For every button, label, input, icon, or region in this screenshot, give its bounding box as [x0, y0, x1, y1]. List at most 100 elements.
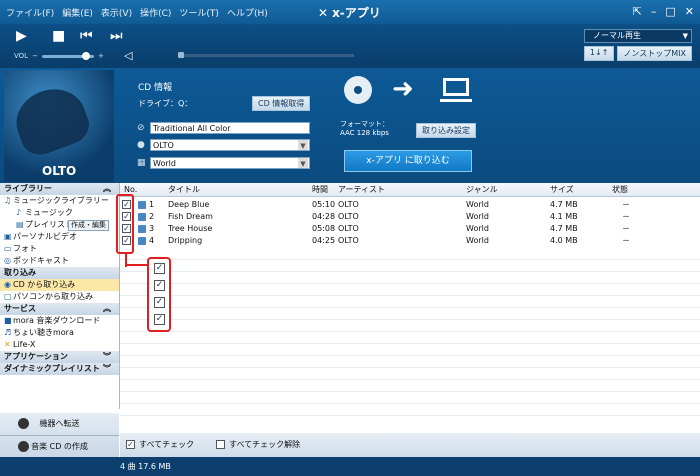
stop-icon[interactable]: ■ [52, 28, 65, 44]
row-divider [120, 355, 700, 356]
checkbox-zoom-callout: ✓ ✓ ✓ ✓ [147, 257, 171, 332]
music-note-icon: ♫ [4, 196, 12, 205]
menu-control[interactable]: 操作(C) [140, 6, 171, 19]
play-icon[interactable]: ▶ [16, 28, 27, 44]
maximize-icon[interactable]: □ [665, 5, 675, 18]
video-icon: ▣ [4, 232, 12, 241]
chevron-up-icon[interactable]: ︽ [103, 303, 111, 315]
table-row[interactable]: ✓ 1 Deep Blue 05:10 OLTO World 4.7 MB － [120, 199, 700, 211]
album-icon: ⊘ [137, 123, 145, 133]
row-divider [120, 259, 700, 260]
col-artist[interactable]: アーティスト [338, 183, 385, 196]
play-mode-select[interactable]: ノーマル再生 [584, 29, 692, 43]
volume-control: VOL − + [14, 51, 104, 60]
zoomed-checkbox: ✓ [154, 297, 165, 308]
col-size[interactable]: サイズ [550, 183, 574, 196]
table-row[interactable]: ✓ 4 Dripping 04:25 OLTO World 4.0 MB － [120, 235, 700, 247]
track-icon [138, 237, 146, 245]
table-row[interactable]: ✓ 3 Tree House 05:08 OLTO World 4.7 MB － [120, 223, 700, 235]
section-dynamic-playlist[interactable]: ダイナミックプレイリスト ︾ [0, 363, 119, 375]
sidebar-item-music[interactable]: ♪ ミュージック [0, 207, 119, 219]
row-divider [120, 367, 700, 368]
sidebar-item-lifex[interactable]: ✕ Life-X [0, 339, 119, 351]
artist-field[interactable]: OLTO [150, 139, 310, 151]
volume-down-icon[interactable]: − [32, 52, 38, 60]
table-row[interactable]: ✓ 2 Fish Dream 04:28 OLTO World 4.1 MB － [120, 211, 700, 223]
get-cd-info-button[interactable]: CD 情報取得 [252, 96, 311, 111]
highlight-frame [116, 194, 134, 254]
sidebar-item-podcast[interactable]: ◎ ポッドキャスト [0, 255, 119, 267]
drive-label: ドライブ：Q： [138, 99, 193, 108]
check-all-checkbox[interactable]: ✓ [126, 440, 135, 449]
sidebar-item-playlist[interactable]: ▤プレイリスト 作成・編集 [0, 219, 119, 231]
genre-field[interactable]: World [150, 157, 310, 169]
sidebar-item-mora-download[interactable]: ■mora 音楽ダウンロード [0, 315, 119, 327]
photo-icon: ▭ [4, 244, 12, 253]
menu-help[interactable]: ヘルプ(H) [227, 6, 268, 19]
section-application[interactable]: アプリケーション ︾ [0, 351, 119, 363]
sidebar-item-import-cd[interactable]: ◉ CD から取り込み [0, 279, 119, 291]
transfer-to-device-button[interactable]: 機器へ転送 [0, 413, 119, 434]
menu-file[interactable]: ファイル(F) [6, 6, 54, 19]
chevron-up-icon[interactable]: ︽ [103, 183, 111, 195]
uncheck-all-checkbox[interactable] [216, 440, 225, 449]
previous-icon[interactable]: ⏮ [80, 28, 93, 44]
volume-slider[interactable] [41, 51, 94, 60]
sidebar-item-import-pc[interactable]: ▢パソコンから取り込み [0, 291, 119, 303]
sidebar-item-mora-listen[interactable]: ♬ ちょい聴きmora [0, 327, 119, 339]
manta-ray-image [7, 79, 95, 161]
app-logo-icon: ✕ [318, 5, 329, 20]
menu-bar: ファイル(F) 編集(E) 表示(V) 操作(C) ツール(T) ヘルプ(H) [6, 6, 268, 19]
import-settings-button[interactable]: 取り込み設定 [416, 123, 476, 138]
col-title[interactable]: タイトル [168, 183, 200, 196]
playlist-icon: ▤ [16, 220, 24, 229]
track-list-header: No. タイトル 時間 アーティスト ジャンル サイズ 状態 [120, 183, 700, 197]
menu-edit[interactable]: 編集(E) [62, 6, 93, 19]
genre-icon: ▦ [137, 158, 146, 168]
seek-bar[interactable] [178, 52, 354, 58]
nonstop-mix-button[interactable]: ノンストップMIX [617, 46, 692, 61]
col-genre[interactable]: ジャンル [466, 183, 498, 196]
col-time[interactable]: 時間 [312, 183, 328, 196]
sidebar-item-photo[interactable]: ▭フォト [0, 243, 119, 255]
volume-up-icon[interactable]: + [98, 52, 104, 60]
chevron-down-icon[interactable]: ︾ [103, 351, 111, 363]
album-art-label: OLTO [42, 164, 77, 178]
make-music-cd-button[interactable]: 音楽 CD の作成 [0, 435, 119, 457]
row-divider [120, 319, 700, 320]
row-divider [120, 403, 700, 404]
speaker-icon[interactable]: ◁ [124, 49, 132, 62]
check-all-button[interactable]: ✓ すべてチェック [126, 439, 194, 450]
sidebar-item-music-library[interactable]: ♫ ミュージックライブラリー [0, 195, 119, 207]
x-app-window: ファイル(F) 編集(E) 表示(V) 操作(C) ツール(T) ヘルプ(H) … [0, 0, 700, 476]
close-icon[interactable]: ✕ [685, 5, 694, 18]
next-icon[interactable]: ⏭ [110, 28, 123, 44]
headphones-icon: ♬ [4, 328, 12, 337]
zoomed-checkbox: ✓ [154, 314, 165, 325]
section-library[interactable]: ライブラリー ︽ [0, 183, 119, 195]
volume-knob[interactable] [81, 51, 90, 60]
minimize-icon[interactable]: – [651, 5, 657, 18]
row-divider [120, 391, 700, 392]
app-title: ✕ x-アプリ [318, 5, 381, 21]
section-service[interactable]: サービス ︽ [0, 303, 119, 315]
title-bar: ファイル(F) 編集(E) 表示(V) 操作(C) ツール(T) ヘルプ(H) … [0, 0, 700, 24]
pc-icon [440, 78, 472, 102]
row-divider [120, 283, 700, 284]
list-footer: ✓ すべてチェック すべてチェック解除 [120, 433, 700, 457]
col-status[interactable]: 状態 [612, 183, 628, 196]
compact-mode-icon[interactable]: ⇱ [633, 5, 642, 18]
menu-tools[interactable]: ツール(T) [179, 6, 219, 19]
menu-view[interactable]: 表示(V) [101, 6, 132, 19]
album-field[interactable]: Traditional All Color [150, 122, 310, 134]
shuffle-button[interactable]: 1↓↑ [583, 46, 615, 61]
row-divider [120, 343, 700, 344]
chevron-down-icon[interactable]: ︾ [103, 363, 111, 375]
sidebar: ライブラリー ︽ ♫ ミュージックライブラリー ♪ ミュージック ▤プレイリスト 作成・… [0, 183, 120, 409]
lifex-icon: ✕ [4, 340, 11, 349]
section-import[interactable]: 取り込み [0, 267, 119, 279]
sidebar-item-personal-video[interactable]: ▣パーソナルビデオ [0, 231, 119, 243]
import-button[interactable]: x-アプリ に取り込む [344, 150, 472, 172]
uncheck-all-button[interactable]: すべてチェック解除 [216, 439, 300, 450]
playlist-edit-button[interactable]: 作成・編集 [68, 220, 109, 231]
